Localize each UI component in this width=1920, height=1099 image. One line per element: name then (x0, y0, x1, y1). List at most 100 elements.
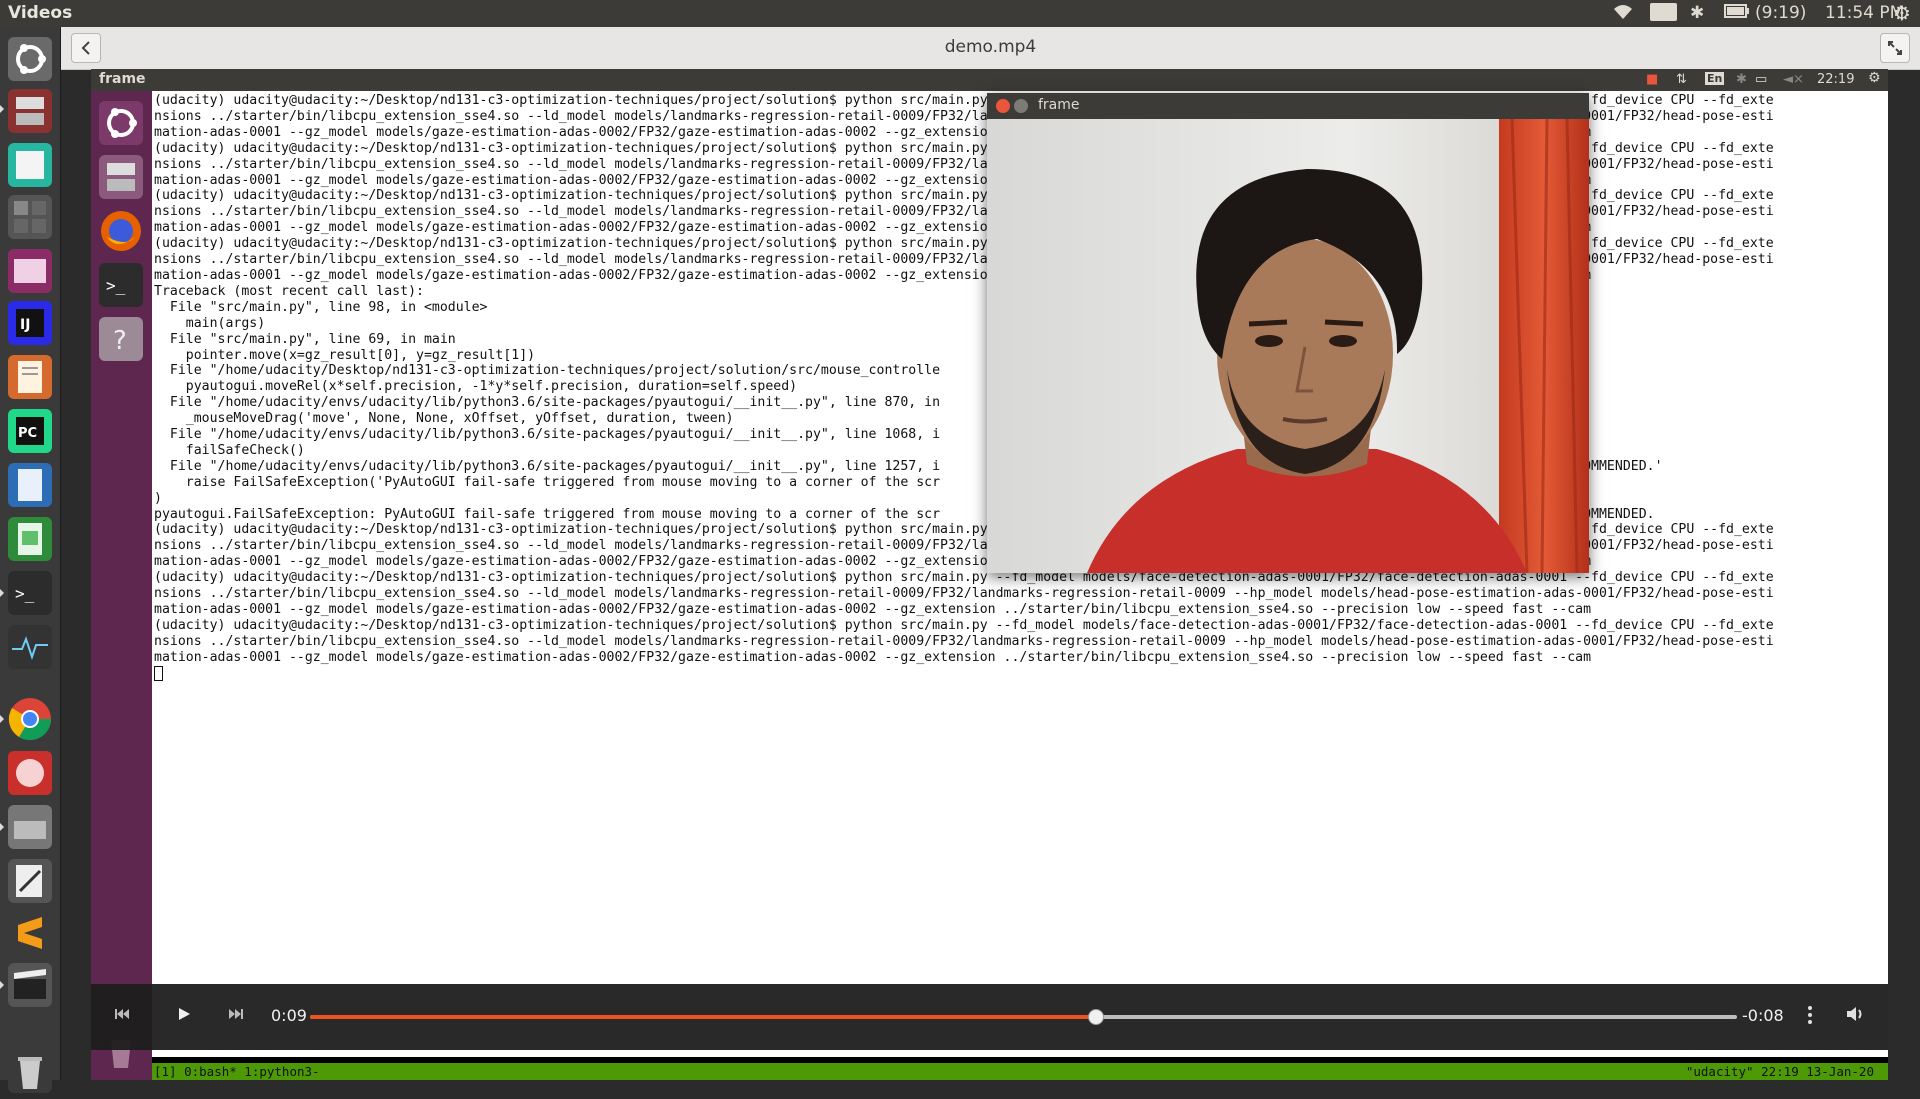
terminal-line: File "/home/udacity/envs/udacity/lib/pyt… (154, 427, 941, 443)
terminal-line: nsions ../starter/bin/libcpu_extension_s… (154, 586, 1774, 602)
sublime-launcher-item[interactable] (6, 909, 54, 957)
webcam-feed-image (987, 119, 1589, 573)
recorded-battery-icon: ▭ (1755, 72, 1768, 87)
recorded-gear-icon: ⚙ (1868, 70, 1881, 86)
play-icon[interactable] (175, 1005, 193, 1027)
recorded-top-panel: frame ■ ⇅ En ✱ ▭ ◄× 22:19 ⚙ (91, 69, 1888, 91)
chrome-launcher-item[interactable] (6, 695, 54, 743)
seek-handle[interactable] (1087, 1009, 1104, 1025)
running-indicator (0, 105, 4, 113)
terminal-line: mation-adas-0001 --gz_model models/gaze-… (154, 602, 1592, 617)
player-controls: 0:09 -0:08 (91, 984, 1888, 1050)
chrome-icon (8, 698, 52, 741)
terminal-line: pointer.move(x=gz_result[0], y=gz_result… (154, 347, 536, 363)
notes-launcher-item[interactable] (6, 857, 54, 905)
scanner-launcher-item[interactable] (6, 803, 54, 851)
svg-text:?: ? (113, 326, 127, 356)
wifi-icon[interactable] (1612, 3, 1634, 26)
launcher: IJ PC >_ (0, 27, 61, 1093)
fullscreen-icon (1888, 41, 1902, 55)
terminal-line: File "src/main.py", line 98, in <module> (154, 299, 488, 315)
text-editor-launcher-item[interactable] (6, 353, 54, 401)
writer-launcher-item[interactable] (6, 461, 54, 509)
gear-icon[interactable]: ⚙ (1893, 1, 1911, 25)
tmux-status-right: "udacity" 22:19 13-Jan-20 (1685, 1064, 1874, 1079)
scanner-icon (8, 805, 52, 849)
top-panel: Videos En ✱ (9:19) 11:54 PM ⚙ (0, 0, 1920, 27)
recorded-dash-item (97, 99, 145, 147)
system-monitor-launcher-item[interactable] (6, 623, 54, 671)
skip-next-icon[interactable] (227, 1005, 245, 1027)
intellij-launcher-item[interactable]: IJ (6, 299, 54, 347)
video-header-bar: demo.mp4 (61, 27, 1920, 70)
intellij-icon: IJ (8, 301, 52, 345)
terminal-line: main(args) (154, 315, 266, 331)
files-launcher-item[interactable] (6, 87, 54, 135)
workspaces-launcher-item[interactable] (6, 193, 54, 241)
close-icon (996, 99, 1010, 113)
terminal-line: mation-adas-0001 --gz_model models/gaze-… (154, 649, 1592, 665)
battery-time: (9:19) (1755, 3, 1807, 23)
tmux-status-bar: [1] 0:bash* 1:python3- "udacity" 22:19 1… (152, 1063, 1888, 1080)
volume-icon[interactable] (1845, 1005, 1865, 1027)
network-arrows-icon: ⇅ (1676, 72, 1687, 87)
trash-icon (8, 1049, 52, 1093)
calc-launcher-item[interactable] (6, 515, 54, 563)
skip-previous-icon[interactable] (113, 1005, 131, 1027)
pdf-reader-launcher-item[interactable] (6, 749, 54, 797)
bluetooth-icon[interactable]: ✱ (1690, 3, 1704, 23)
dash-button[interactable] (6, 35, 54, 83)
terminal-icon: >_ (99, 263, 143, 307)
firefox-icon (101, 211, 141, 251)
terminal-line: Traceback (most recent call last): (154, 283, 424, 299)
minimize-icon (1014, 99, 1028, 113)
trash-launcher-item[interactable] (6, 1047, 54, 1095)
svg-text:PC: PC (18, 426, 37, 441)
file-cabinet-icon (99, 155, 143, 199)
svg-text:IJ: IJ (20, 317, 30, 333)
recorded-launcher: >_ ? (91, 91, 152, 1080)
videos-launcher-item[interactable] (6, 961, 54, 1009)
video-clapper-icon (8, 963, 52, 1007)
whiteboard-launcher-item[interactable] (6, 141, 54, 189)
spreadsheet-icon (8, 517, 52, 561)
whiteboard-icon (8, 143, 52, 187)
elapsed-time: 0:09 (271, 1006, 307, 1025)
sublime-text-icon (8, 911, 52, 955)
pdf-reader-icon (8, 751, 52, 795)
frame-window: frame (987, 93, 1589, 573)
recorded-help-item: ? (97, 315, 145, 363)
running-indicator (0, 823, 4, 831)
tmux-window-list: [1] 0:bash* 1:python3- (154, 1064, 320, 1079)
seek-bar[interactable] (310, 1009, 1737, 1025)
terminal-launcher-item[interactable]: >_ (6, 569, 54, 617)
video-title: demo.mp4 (944, 37, 1037, 57)
video-frame[interactable]: frame ■ ⇅ En ✱ ▭ ◄× 22:19 ⚙ >_ ? (udacit… (91, 69, 1888, 1080)
recorded-lang-indicator: En (1705, 72, 1725, 85)
running-indicator (0, 981, 4, 989)
window-app-icon (8, 249, 52, 293)
terminal-line: File "/home/udacity/envs/udacity/lib/pyt… (154, 395, 941, 411)
terminal-line: (udacity) udacity@udacity:~/Desktop/nd13… (154, 617, 1774, 633)
terminal-line: failSafeCheck() (154, 442, 305, 458)
fullscreen-button[interactable] (1880, 33, 1910, 63)
running-indicator (0, 715, 4, 723)
vertical-dots-icon[interactable] (1806, 1005, 1814, 1029)
keyboard-lang-indicator[interactable]: En (1650, 3, 1677, 21)
app-name: Videos (8, 3, 73, 23)
terminal-cursor (154, 665, 163, 681)
frame-window-titlebar: frame (987, 93, 1589, 119)
text-editor-icon (8, 355, 52, 399)
remaining-time: -0:08 (1742, 1006, 1784, 1025)
recorded-firefox-item (97, 207, 145, 255)
battery-icon[interactable] (1724, 3, 1750, 24)
terminal-icon: >_ (8, 571, 52, 615)
screenshot-launcher-item[interactable] (6, 247, 54, 295)
help-icon: ? (99, 317, 143, 361)
recorded-clock: 22:19 (1817, 72, 1855, 87)
terminal-line: nsions ../starter/bin/libcpu_extension_s… (154, 633, 1774, 649)
pycharm-launcher-item[interactable]: PC (6, 407, 54, 455)
running-indicator (0, 589, 4, 597)
svg-text:>_: >_ (106, 276, 126, 295)
terminal-line: ) (154, 490, 162, 506)
